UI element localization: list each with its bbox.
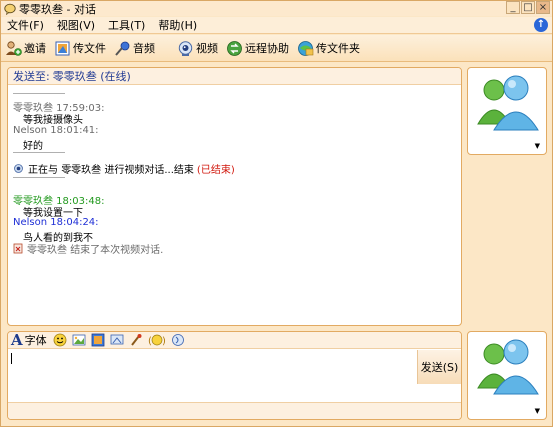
svg-text:(: ( — [148, 336, 152, 347]
recipient-name[interactable]: 零零玖叁 (在线) — [53, 68, 131, 84]
send-folder-icon — [298, 40, 314, 56]
contact-avatar-icon — [477, 75, 539, 131]
menu-help[interactable]: 帮助(H) — [152, 17, 204, 33]
screenshot-icon[interactable] — [110, 333, 124, 347]
send-folder-button[interactable]: 传文件夹 — [297, 40, 360, 57]
title-bar: 零零玖叁 - 对话 _ □ × — [1, 1, 552, 16]
audio-label: 音频 — [133, 42, 155, 55]
image-icon[interactable] — [72, 333, 86, 347]
message-input[interactable] — [8, 349, 418, 402]
emoticon-icon[interactable] — [53, 333, 67, 347]
close-button[interactable]: × — [536, 1, 550, 14]
send-file-button[interactable]: 传文件 — [54, 40, 106, 57]
avatar-dropdown-icon[interactable]: ▼ — [535, 142, 540, 150]
status-prefix: 正在与 — [28, 165, 58, 176]
send-file-icon — [55, 41, 70, 55]
invite-label: 邀请 — [24, 42, 46, 55]
svg-text:): ) — [162, 336, 166, 347]
invite-icon — [6, 40, 22, 56]
contact-avatar-panel[interactable]: ▼ — [467, 67, 547, 155]
video-button[interactable]: 视频 — [177, 40, 218, 57]
format-toolbar: A 字体 () — [8, 332, 461, 349]
end-notice-name: 零零玖叁 — [27, 245, 67, 256]
message-header: Nelson 18:04:24: — [13, 217, 99, 228]
font-icon[interactable]: A — [11, 332, 23, 348]
toolbar: 邀请 传文件 音频 视频 远程协助 传文件夹 — [1, 35, 552, 62]
collapse-toggle-icon[interactable]: ↑ — [534, 18, 548, 32]
window-title: 零零玖叁 - 对话 — [19, 2, 96, 16]
font-button-label[interactable]: 字体 — [25, 332, 47, 348]
send-file-label: 传文件 — [73, 42, 106, 55]
conversation-window: 零零玖叁 - 对话 _ □ × 文件(F) 视图(V) 工具(T) 帮助(H) … — [0, 0, 553, 427]
chat-app-icon — [4, 3, 16, 15]
nudge-icon[interactable] — [129, 333, 143, 347]
message-text: 等我接摄像头 — [23, 115, 83, 126]
status-name: 零零玖叁 — [61, 165, 102, 176]
window-controls: _ □ × — [505, 1, 550, 14]
video-end-icon — [13, 243, 23, 254]
divider — [13, 152, 65, 153]
status-ended: (已结束) — [196, 165, 235, 176]
send-button[interactable]: 发送(S) — [417, 350, 461, 384]
end-notice-text: 结束了本次视频对话. — [70, 245, 164, 256]
minimize-button[interactable]: _ — [506, 1, 520, 14]
voice-clip-icon[interactable] — [171, 333, 185, 347]
video-label: 视频 — [196, 42, 218, 55]
video-end-notice: 零零玖叁 结束了本次视频对话. — [13, 241, 163, 256]
audio-button[interactable]: 音频 — [114, 40, 155, 57]
menu-tools[interactable]: 工具(T) — [102, 17, 152, 33]
my-avatar-icon — [477, 339, 539, 395]
message-input-panel: A 字体 () 发送(S) — [7, 331, 462, 420]
audio-icon — [115, 41, 130, 56]
video-call-icon — [14, 164, 23, 173]
wink-icon[interactable]: ( ) — [148, 333, 166, 347]
remote-assist-icon — [227, 40, 242, 56]
webcam-icon — [178, 40, 193, 56]
send-folder-label: 传文件夹 — [316, 42, 360, 55]
my-avatar-panel[interactable]: ▼ — [467, 331, 547, 420]
message-text: 好的 — [23, 141, 43, 152]
invite-button[interactable]: 邀请 — [5, 40, 46, 57]
menu-bar: 文件(F) 视图(V) 工具(T) 帮助(H) ↑ — [1, 17, 552, 34]
remote-assist-button[interactable]: 远程协助 — [226, 40, 289, 57]
maximize-button[interactable]: □ — [521, 1, 535, 14]
chat-history-panel[interactable]: 发送至: 零零玖叁 (在线) 零零玖叁 17:59:03: 等我接摄像头 Nel… — [7, 67, 462, 326]
input-footer-bar — [8, 402, 461, 419]
background-icon[interactable] — [91, 333, 105, 347]
send-to-label: 发送至: — [13, 70, 50, 83]
divider — [13, 177, 65, 178]
menu-file[interactable]: 文件(F) — [1, 17, 51, 33]
status-middle: 进行视频对话...结束 — [104, 165, 194, 176]
message-header: Nelson 18:01:41: — [13, 125, 99, 136]
divider — [13, 93, 65, 94]
video-status-line: 正在与 零零玖叁 进行视频对话...结束 (已结束) — [13, 161, 235, 176]
remote-assist-label: 远程协助 — [245, 42, 289, 55]
menu-view[interactable]: 视图(V) — [51, 17, 102, 33]
send-to-header: 发送至: 零零玖叁 (在线) — [8, 68, 461, 85]
avatar-dropdown-icon[interactable]: ▼ — [535, 407, 540, 415]
text-cursor — [11, 353, 12, 364]
